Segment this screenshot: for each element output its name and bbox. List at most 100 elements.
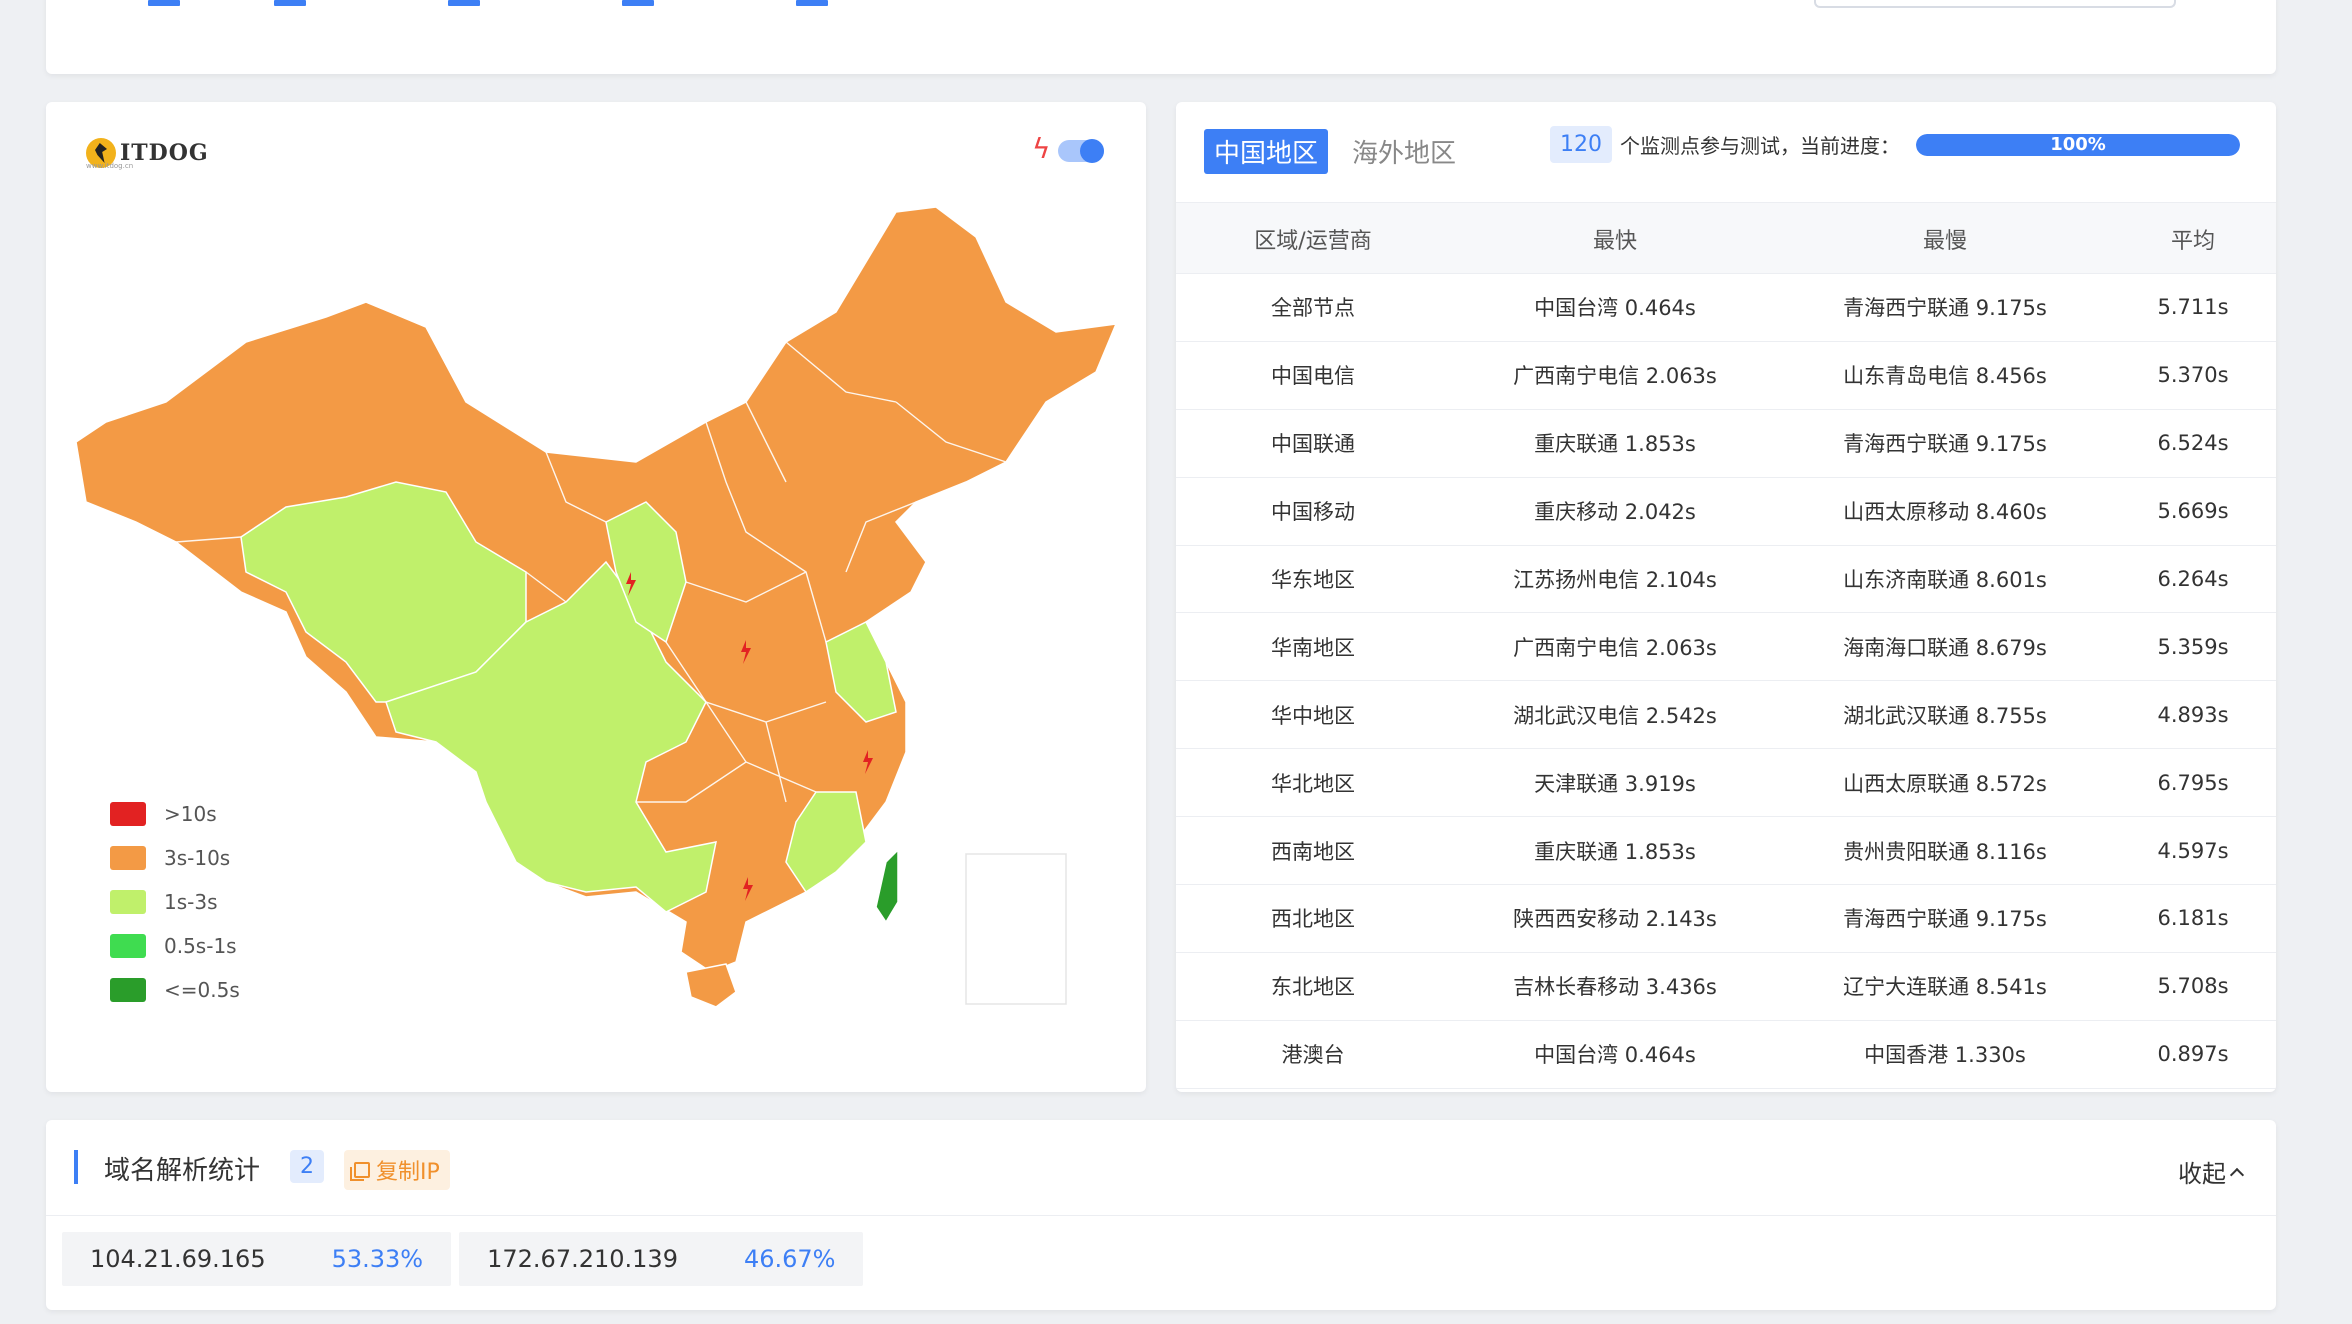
cell-average: 6.524s bbox=[2157, 431, 2229, 456]
top-tab-2[interactable] bbox=[274, 0, 306, 6]
cell-slowest: 海南海口联通 8.679s bbox=[1843, 635, 2047, 660]
cell-fastest: 广西南宁电信 2.063s bbox=[1513, 635, 1717, 660]
table-row: 华东地区 江苏扬州电信 2.104s 山东济南联通 8.601s 6.264s bbox=[1176, 546, 2276, 614]
toggle-knob bbox=[1080, 139, 1104, 163]
table-row: 东北地区 吉林长春移动 3.436s 辽宁大连联通 8.541s 5.708s bbox=[1176, 953, 2276, 1021]
cell-average: 4.597s bbox=[2157, 838, 2229, 863]
cell-slowest: 中国香港 1.330s bbox=[1864, 1043, 2026, 1068]
legend-item[interactable]: <=0.5s bbox=[110, 968, 240, 1012]
cell-fastest: 重庆联通 1.853s bbox=[1534, 432, 1696, 457]
legend-swatch bbox=[110, 890, 146, 914]
copy-ip-button[interactable]: 复制IP bbox=[344, 1150, 450, 1190]
top-input-field[interactable] bbox=[1814, 0, 2176, 8]
node-count-badge: 120 bbox=[1550, 126, 1612, 163]
cell-fastest: 天津联通 3.919s bbox=[1534, 771, 1696, 796]
cell-region: 西南地区 bbox=[1271, 839, 1355, 864]
top-tab-3[interactable] bbox=[448, 0, 480, 6]
column-header-region: 区域/运营商 bbox=[1254, 229, 1372, 254]
cell-slowest: 山西太原联通 8.572s bbox=[1843, 771, 2047, 796]
cell-average: 5.711s bbox=[2157, 295, 2229, 320]
top-toolbar-card bbox=[46, 0, 2276, 74]
cell-region: 全部节点 bbox=[1271, 296, 1355, 321]
cell-average: 5.370s bbox=[2157, 363, 2229, 388]
collapse-label: 收起 bbox=[2178, 1160, 2226, 1188]
table-body: 全部节点 中国台湾 0.464s 青海西宁联通 9.175s 5.711s 中国电信 广西… bbox=[1176, 274, 2276, 1089]
legend-item[interactable]: 3s-10s bbox=[110, 836, 240, 880]
ip-percentage: 46.67% bbox=[743, 1245, 836, 1273]
lightning-icon: ϟ bbox=[1032, 132, 1051, 165]
ip-address: 104.21.69.165 bbox=[90, 1245, 266, 1273]
cell-fastest: 重庆联通 1.853s bbox=[1534, 839, 1696, 864]
top-tab-5[interactable] bbox=[796, 0, 828, 6]
legend-swatch bbox=[110, 846, 146, 870]
copy-ip-label: 复制IP bbox=[376, 1160, 440, 1185]
cell-average: 4.893s bbox=[2157, 702, 2229, 727]
timeout-marker-toggle[interactable] bbox=[1058, 139, 1104, 163]
map-legend: >10s 3s-10s 1s-3s 0.5s-1s <=0.5s bbox=[110, 792, 240, 1012]
legend-item[interactable]: 0.5s-1s bbox=[110, 924, 240, 968]
stats-card: 中国地区 海外地区 120 个监测点参与测试，当前进度： 100% 区域/运营商… bbox=[1176, 102, 2276, 1092]
legend-item[interactable]: 1s-3s bbox=[110, 880, 240, 924]
cell-region: 中国联通 bbox=[1271, 432, 1355, 457]
cell-average: 6.181s bbox=[2157, 906, 2229, 931]
table-row: 全部节点 中国台湾 0.464s 青海西宁联通 9.175s 5.711s bbox=[1176, 274, 2276, 342]
cell-average: 5.359s bbox=[2157, 634, 2229, 659]
legend-label: 0.5s-1s bbox=[164, 934, 237, 958]
table-header: 区域/运营商 最快 最慢 平均 bbox=[1176, 202, 2276, 274]
table-row: 西南地区 重庆联通 1.853s 贵州贵阳联通 8.116s 4.597s bbox=[1176, 817, 2276, 886]
dns-count-badge: 2 bbox=[290, 1150, 324, 1183]
region-tabs: 中国地区 海外地区 bbox=[1204, 129, 1466, 174]
cell-slowest: 青海西宁联通 9.175s bbox=[1843, 432, 2047, 457]
legend-label: 3s-10s bbox=[164, 846, 231, 870]
cell-fastest: 陕西西安移动 2.143s bbox=[1513, 907, 1717, 932]
cell-slowest: 青海西宁联通 9.175s bbox=[1843, 907, 2047, 932]
map-region-taiwan[interactable] bbox=[875, 848, 899, 924]
top-tab-1[interactable] bbox=[148, 0, 180, 6]
cell-average: 5.708s bbox=[2157, 974, 2229, 999]
tab-overseas[interactable]: 海外地区 bbox=[1342, 129, 1466, 174]
cell-region: 西北地区 bbox=[1271, 907, 1355, 932]
cell-average: 5.669s bbox=[2157, 499, 2229, 524]
column-header-fastest: 最快 bbox=[1592, 229, 1637, 254]
cell-region: 华中地区 bbox=[1271, 703, 1355, 728]
legend-swatch bbox=[110, 978, 146, 1002]
legend-item[interactable]: >10s bbox=[110, 792, 240, 836]
cell-region: 港澳台 bbox=[1281, 1043, 1345, 1068]
map-region-hainan[interactable] bbox=[685, 963, 737, 1008]
section-marker bbox=[74, 1150, 78, 1184]
cell-fastest: 湖北武汉电信 2.542s bbox=[1513, 703, 1717, 728]
progress-text: 个监测点参与测试，当前进度： bbox=[1620, 134, 1900, 158]
table-row: 港澳台 中国台湾 0.464s 中国香港 1.330s 0.897s bbox=[1176, 1021, 2276, 1089]
ip-item[interactable]: 104.21.69.165 53.33% bbox=[62, 1232, 452, 1286]
legend-label: >10s bbox=[164, 802, 217, 826]
ip-item[interactable]: 172.67.210.139 46.67% bbox=[459, 1232, 864, 1286]
chevron-up-icon bbox=[2229, 1167, 2245, 1182]
collapse-button[interactable]: 收起 bbox=[2178, 1154, 2245, 1189]
ip-list: 104.21.69.165 53.33% 172.67.210.139 46.6… bbox=[62, 1232, 871, 1286]
table-row: 华中地区 湖北武汉电信 2.542s 湖北武汉联通 8.755s 4.893s bbox=[1176, 681, 2276, 750]
dns-stats-card: 域名解析统计 2 复制IP 收起 104.21.69.165 53.33% 17… bbox=[46, 1120, 2276, 1310]
legend-label: <=0.5s bbox=[164, 978, 240, 1002]
cell-slowest: 青海西宁联通 9.175s bbox=[1843, 296, 2047, 321]
cell-fastest: 吉林长春移动 3.436s bbox=[1513, 975, 1717, 1000]
cell-fastest: 中国台湾 0.464s bbox=[1534, 296, 1696, 321]
cell-region: 东北地区 bbox=[1271, 975, 1355, 1000]
cell-average: 6.264s bbox=[2157, 567, 2229, 591]
cell-slowest: 湖北武汉联通 8.755s bbox=[1843, 703, 2047, 728]
top-tab-4[interactable] bbox=[622, 0, 654, 6]
cell-average: 6.795s bbox=[2157, 770, 2229, 795]
ip-address: 172.67.210.139 bbox=[487, 1245, 678, 1273]
column-header-slowest: 最慢 bbox=[1922, 229, 1967, 254]
cell-region: 华南地区 bbox=[1271, 635, 1355, 660]
legend-swatch bbox=[110, 802, 146, 826]
cell-fastest: 中国台湾 0.464s bbox=[1534, 1043, 1696, 1068]
progress-label: 100% bbox=[2050, 133, 2106, 155]
cell-slowest: 山东青岛电信 8.456s bbox=[1843, 364, 2047, 389]
cell-slowest: 山西太原移动 8.460s bbox=[1843, 500, 2047, 525]
logo-subtitle: www.itdog.cn bbox=[86, 162, 134, 170]
legend-swatch bbox=[110, 934, 146, 958]
test-progress: 120 个监测点参与测试，当前进度： 100% bbox=[1550, 126, 2240, 163]
copy-icon bbox=[350, 1162, 370, 1181]
column-header-average: 平均 bbox=[2170, 229, 2215, 254]
tab-china[interactable]: 中国地区 bbox=[1204, 129, 1329, 174]
